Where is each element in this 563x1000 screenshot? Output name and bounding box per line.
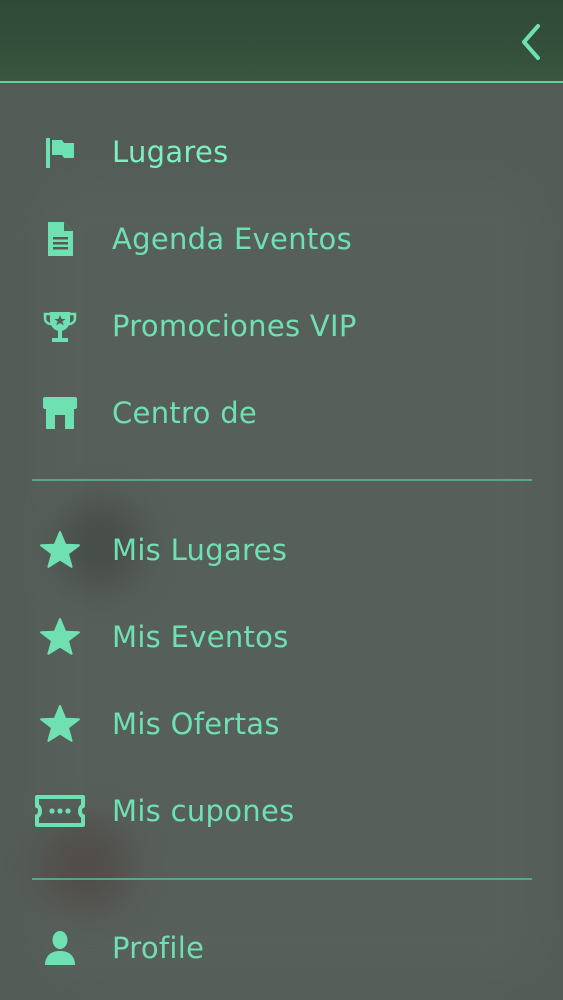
menu-item-label: Mis Ofertas — [112, 707, 280, 741]
store-icon — [32, 385, 88, 441]
menu-item-centro-de[interactable]: Centro de — [0, 373, 563, 453]
star-icon — [32, 522, 88, 578]
ticket-icon — [32, 783, 88, 839]
menu-item-label: Centro de — [112, 396, 258, 430]
menu-item-profile[interactable]: Profile — [0, 908, 563, 988]
menu-divider — [32, 878, 532, 880]
menu-item-mis-cupones[interactable]: Mis cupones — [0, 771, 563, 851]
document-icon — [32, 211, 88, 267]
back-button[interactable] — [513, 20, 549, 64]
menu-item-promociones-vip[interactable]: Promociones VIP — [0, 286, 563, 366]
star-icon — [32, 696, 88, 752]
star-icon — [32, 609, 88, 665]
trophy-icon — [32, 298, 88, 354]
menu-item-label: Profile — [112, 931, 205, 965]
menu-item-mis-lugares[interactable]: Mis Lugares — [0, 510, 563, 590]
menu-item-mis-ofertas[interactable]: Mis Ofertas — [0, 684, 563, 764]
flag-icon — [32, 124, 88, 180]
menu-item-agenda-eventos[interactable]: Agenda Eventos — [0, 199, 563, 279]
menu-item-label: Agenda Eventos — [112, 222, 352, 256]
chevron-left-icon — [522, 24, 540, 60]
navigation-drawer-screen: Lugares Agenda Eventos Promociones VIP C… — [0, 0, 563, 1000]
menu-divider — [32, 479, 532, 481]
menu-item-label: Lugares — [112, 135, 229, 169]
menu-item-label: Mis Eventos — [112, 620, 289, 654]
drawer-header — [0, 0, 563, 83]
menu-item-lugares[interactable]: Lugares — [0, 112, 563, 192]
user-icon — [32, 920, 88, 976]
menu-item-label: Promociones VIP — [112, 309, 357, 343]
menu-item-mis-eventos[interactable]: Mis Eventos — [0, 597, 563, 677]
menu-item-label: Mis cupones — [112, 794, 295, 828]
menu-item-label: Mis Lugares — [112, 533, 288, 567]
